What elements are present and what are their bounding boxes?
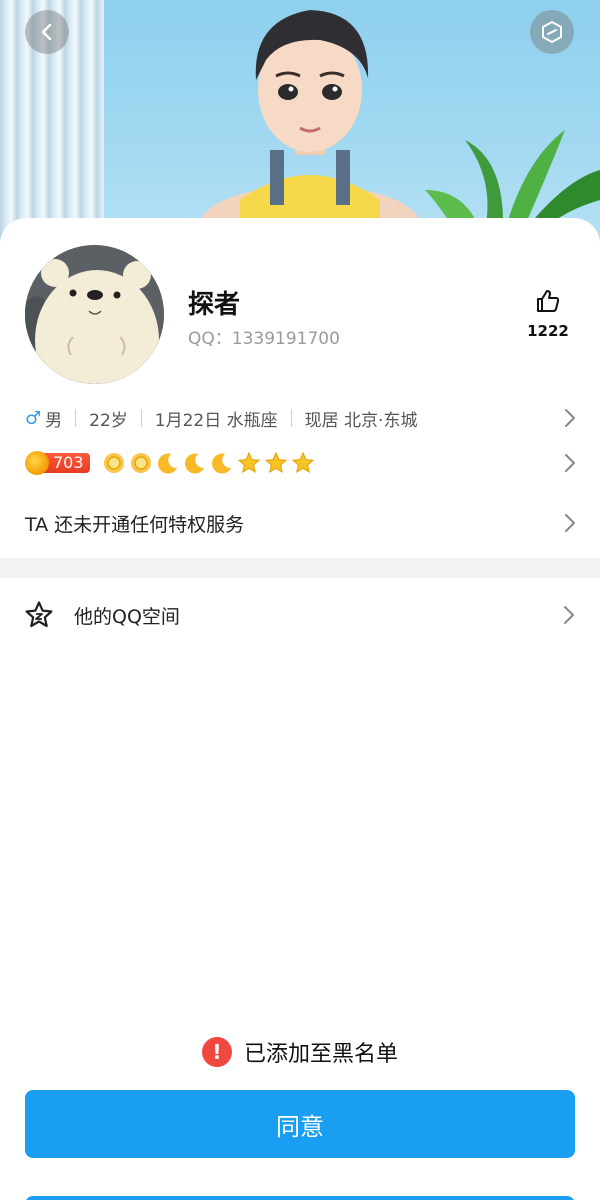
like-count: 1222 — [527, 322, 569, 340]
agree-button[interactable]: 同意 — [25, 1090, 575, 1158]
profile-card: 探者 QQ：1339191700 1222 ♂ 男 22岁 1月22日 水瓶座 … — [0, 218, 600, 558]
like-button[interactable]: 1222 — [520, 288, 576, 340]
star-outline-icon — [25, 601, 53, 628]
avatar[interactable] — [25, 245, 164, 384]
hexagon-icon — [542, 21, 562, 43]
qq-level-row[interactable]: 703 — [25, 448, 575, 478]
star-icon — [264, 451, 287, 474]
divider — [75, 409, 77, 427]
back-button[interactable] — [25, 10, 69, 54]
cover-avatar-figure — [200, 10, 420, 230]
nickname: 探者 — [188, 290, 241, 320]
privilege-text: TA 还未开通任何特权服务 — [25, 513, 245, 536]
chevron-right-icon — [565, 454, 575, 472]
section-divider — [0, 558, 600, 578]
moon-icon — [157, 453, 177, 474]
birthday-text: 1月22日 水瓶座 — [154, 410, 278, 431]
blacklist-text: 已添加至黑名单 — [243, 1042, 398, 1067]
warning-icon: ! — [201, 1037, 232, 1067]
qzone-row[interactable]: 他的QQ空间 — [0, 578, 600, 652]
moon-icon — [211, 453, 231, 474]
divider — [140, 409, 142, 427]
gender-text: 男 — [45, 410, 63, 431]
blacklist-notice: ! 已添加至黑名单 — [0, 1032, 600, 1072]
location-text: 现居 北京·东城 — [304, 410, 418, 431]
privilege-row[interactable]: TA 还未开通任何特权服务 — [25, 508, 575, 538]
level-icons — [102, 451, 315, 475]
moon-icon — [184, 453, 204, 474]
qzone-label: 他的QQ空间 — [74, 605, 180, 628]
polar-bear-avatar-image — [25, 245, 164, 384]
star-icon — [237, 451, 260, 474]
star-icon — [291, 451, 314, 474]
qq-number-row: QQ：1339191700 — [188, 324, 340, 349]
profile-cover-banner — [0, 0, 600, 250]
qq-number: 1339191700 — [231, 329, 340, 349]
divider — [290, 409, 292, 427]
cover-plant — [425, 130, 600, 230]
chevron-right-icon — [565, 409, 575, 427]
basic-info-row[interactable]: ♂ 男 22岁 1月22日 水瓶座 现居 北京·东城 — [25, 403, 575, 433]
secondary-button-edge[interactable] — [25, 1196, 575, 1200]
chevron-left-icon — [41, 23, 52, 41]
more-options-button[interactable] — [530, 10, 574, 54]
qq-label: QQ： — [188, 329, 232, 349]
sun-icon — [130, 453, 151, 473]
male-icon: ♂ — [25, 407, 42, 429]
chevron-right-icon — [565, 514, 575, 532]
sun-icon — [103, 453, 124, 473]
thumbs-up-icon — [537, 290, 560, 312]
level-badge: 703 — [25, 451, 90, 475]
coin-icon — [25, 451, 49, 475]
chevron-right-icon — [564, 606, 574, 624]
age-text: 22岁 — [89, 410, 128, 431]
